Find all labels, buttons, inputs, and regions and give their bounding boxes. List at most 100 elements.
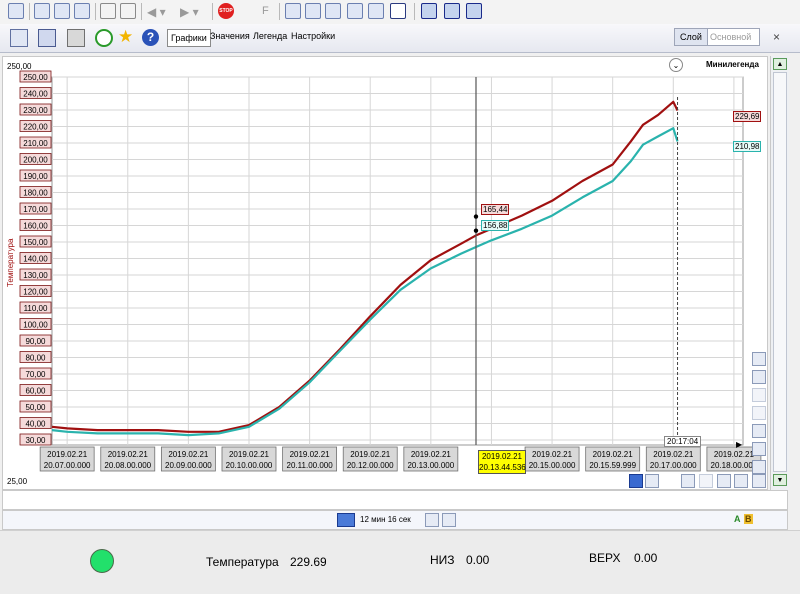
layer-value: Основной [710, 32, 752, 42]
chart-mode-icon[interactable] [629, 474, 643, 488]
grid-icon[interactable] [74, 3, 90, 19]
x-tick-time: 20.10.00.000 [226, 461, 273, 470]
time-window-icon[interactable] [337, 513, 355, 527]
y-axis-title: Температура [6, 238, 15, 287]
x-tick-time: 20.09.00.000 [165, 461, 212, 470]
x-tick-date: 2019.02.21 [47, 450, 88, 459]
report-panel-icon[interactable] [466, 3, 482, 19]
y-tick-label: 50,00 [25, 403, 46, 412]
toolbar-separator [29, 3, 30, 20]
y-tick-label: 30,00 [25, 436, 46, 445]
x-tick-time: 20.13.00.000 [407, 461, 454, 470]
vertical-scrollbar[interactable]: ▲ ▼ [770, 56, 789, 490]
minilegend-toggle-icon[interactable]: ⌄ [669, 58, 683, 72]
system-toolbar: ◀ ▾ ▶ ▾ STOP F [0, 0, 800, 25]
help-icon[interactable]: ? [142, 29, 159, 46]
save-icon[interactable] [8, 3, 24, 19]
document-icon[interactable] [325, 3, 341, 19]
scrollbar-track[interactable] [773, 72, 787, 472]
first-page-icon[interactable] [681, 474, 695, 488]
low-value: 0.00 [466, 553, 490, 567]
frame-icon[interactable] [390, 3, 406, 19]
ruler-icon[interactable] [752, 370, 766, 384]
b-indicator: B [744, 514, 753, 524]
y-tick-label: 110,00 [24, 304, 48, 313]
plot-area [51, 76, 744, 446]
y-tick-label: 90,00 [25, 337, 46, 346]
cursor-time-value: 20.13.44.536 [479, 463, 526, 472]
forward-icon[interactable]: ▶ ▾ [180, 5, 199, 19]
time-forward-icon[interactable] [442, 513, 456, 527]
y-tick-label: 240,00 [23, 90, 48, 99]
report-icon[interactable] [368, 3, 384, 19]
undo-icon[interactable] [752, 388, 766, 402]
x-tick-time: 20.11.00.000 [287, 461, 334, 470]
open-icon[interactable] [10, 29, 28, 47]
x-tick-time: 20.15.00.000 [529, 461, 576, 470]
y-tick-label: 220,00 [23, 123, 48, 132]
favorite-icon[interactable]: ★ [118, 27, 133, 47]
zoom-in-time-icon[interactable] [717, 474, 731, 488]
y-tick-label: 250,00 [23, 73, 48, 82]
time-window-duration: 12 мин 16 сек [360, 515, 411, 524]
table-mode-icon[interactable] [645, 474, 659, 488]
y-tick-label: 160,00 [23, 222, 48, 231]
redo-icon[interactable] [752, 406, 766, 420]
x-tick-date: 2019.02.21 [108, 450, 149, 459]
x-axis-arrow-icon: ▶ [736, 440, 743, 449]
fit-icon[interactable] [752, 352, 766, 366]
zoom-in-icon[interactable] [752, 424, 766, 438]
export-image-icon[interactable] [752, 460, 766, 474]
chart-panel-icon[interactable] [444, 3, 460, 19]
trend-panel-icon[interactable] [421, 3, 437, 19]
cursor-point-2 [473, 228, 479, 233]
low-label: НИЗ [430, 553, 455, 567]
tree-up-icon[interactable] [120, 3, 136, 19]
cursor-time-label: 2019.02.21 20.13.44.536 [478, 450, 526, 474]
bottom-panel: Температура 229.69 НИЗ 0.00 ВЕРХ 0.00 [0, 530, 800, 594]
print-icon[interactable] [67, 29, 85, 47]
x-tick-date: 2019.02.21 [593, 450, 634, 459]
y-tick-label: 210,00 [23, 139, 48, 148]
tab-graphs[interactable]: Графики [167, 29, 211, 47]
refresh-icon[interactable] [95, 29, 113, 47]
list-icon[interactable] [305, 3, 321, 19]
cursor-time-date: 2019.02.21 [481, 452, 523, 461]
tab-legend[interactable]: Легенда [253, 31, 287, 41]
stop-icon[interactable]: STOP [218, 3, 234, 19]
x-tick-date: 2019.02.21 [229, 450, 270, 459]
cursor-value-2: 156,88 [481, 220, 510, 231]
close-icon[interactable]: × [773, 30, 780, 44]
prev-page-icon[interactable] [699, 474, 713, 488]
table-icon[interactable] [54, 3, 70, 19]
time-back-icon[interactable] [425, 513, 439, 527]
scroll-up-icon[interactable]: ▲ [773, 58, 787, 70]
a-indicator: A [734, 514, 741, 524]
x-tick-date: 2019.02.21 [653, 450, 694, 459]
zoom-out-time-icon[interactable] [734, 474, 748, 488]
y-tick-label: 170,00 [23, 205, 48, 214]
f-icon[interactable]: F [262, 5, 269, 17]
layer-button[interactable]: Слой [675, 29, 708, 45]
minilegend-label[interactable]: Минилегенда [706, 60, 759, 69]
series-1-value-label: 229,69 [733, 111, 762, 122]
export-icon[interactable] [347, 3, 363, 19]
x-tick-time: 20.07.00.000 [44, 461, 91, 470]
save-icon[interactable] [38, 29, 56, 47]
back-icon[interactable]: ◀ ▾ [147, 5, 166, 19]
y-tick-label: 80,00 [25, 354, 46, 363]
zoom-out-icon[interactable] [752, 442, 766, 456]
search-icon[interactable] [752, 474, 766, 488]
layer-select[interactable]: Слой Основной [674, 28, 760, 46]
trend-icon[interactable] [285, 3, 301, 19]
current-time-label: 20:17:04 [664, 436, 702, 447]
home-icon[interactable] [100, 3, 116, 19]
scroll-down-icon[interactable]: ▼ [773, 474, 787, 486]
x-tick-date: 2019.02.21 [714, 450, 755, 459]
toolbar-separator [279, 3, 280, 20]
tab-settings[interactable]: Настройки [291, 31, 335, 41]
tab-values[interactable]: Значения [210, 31, 250, 41]
window-icon[interactable] [34, 3, 50, 19]
trend-chart[interactable]: 250,00 240,00 230,00 220,00 210,00 200,00 190,… [3, 57, 767, 489]
temperature-label: Температура [206, 555, 279, 569]
